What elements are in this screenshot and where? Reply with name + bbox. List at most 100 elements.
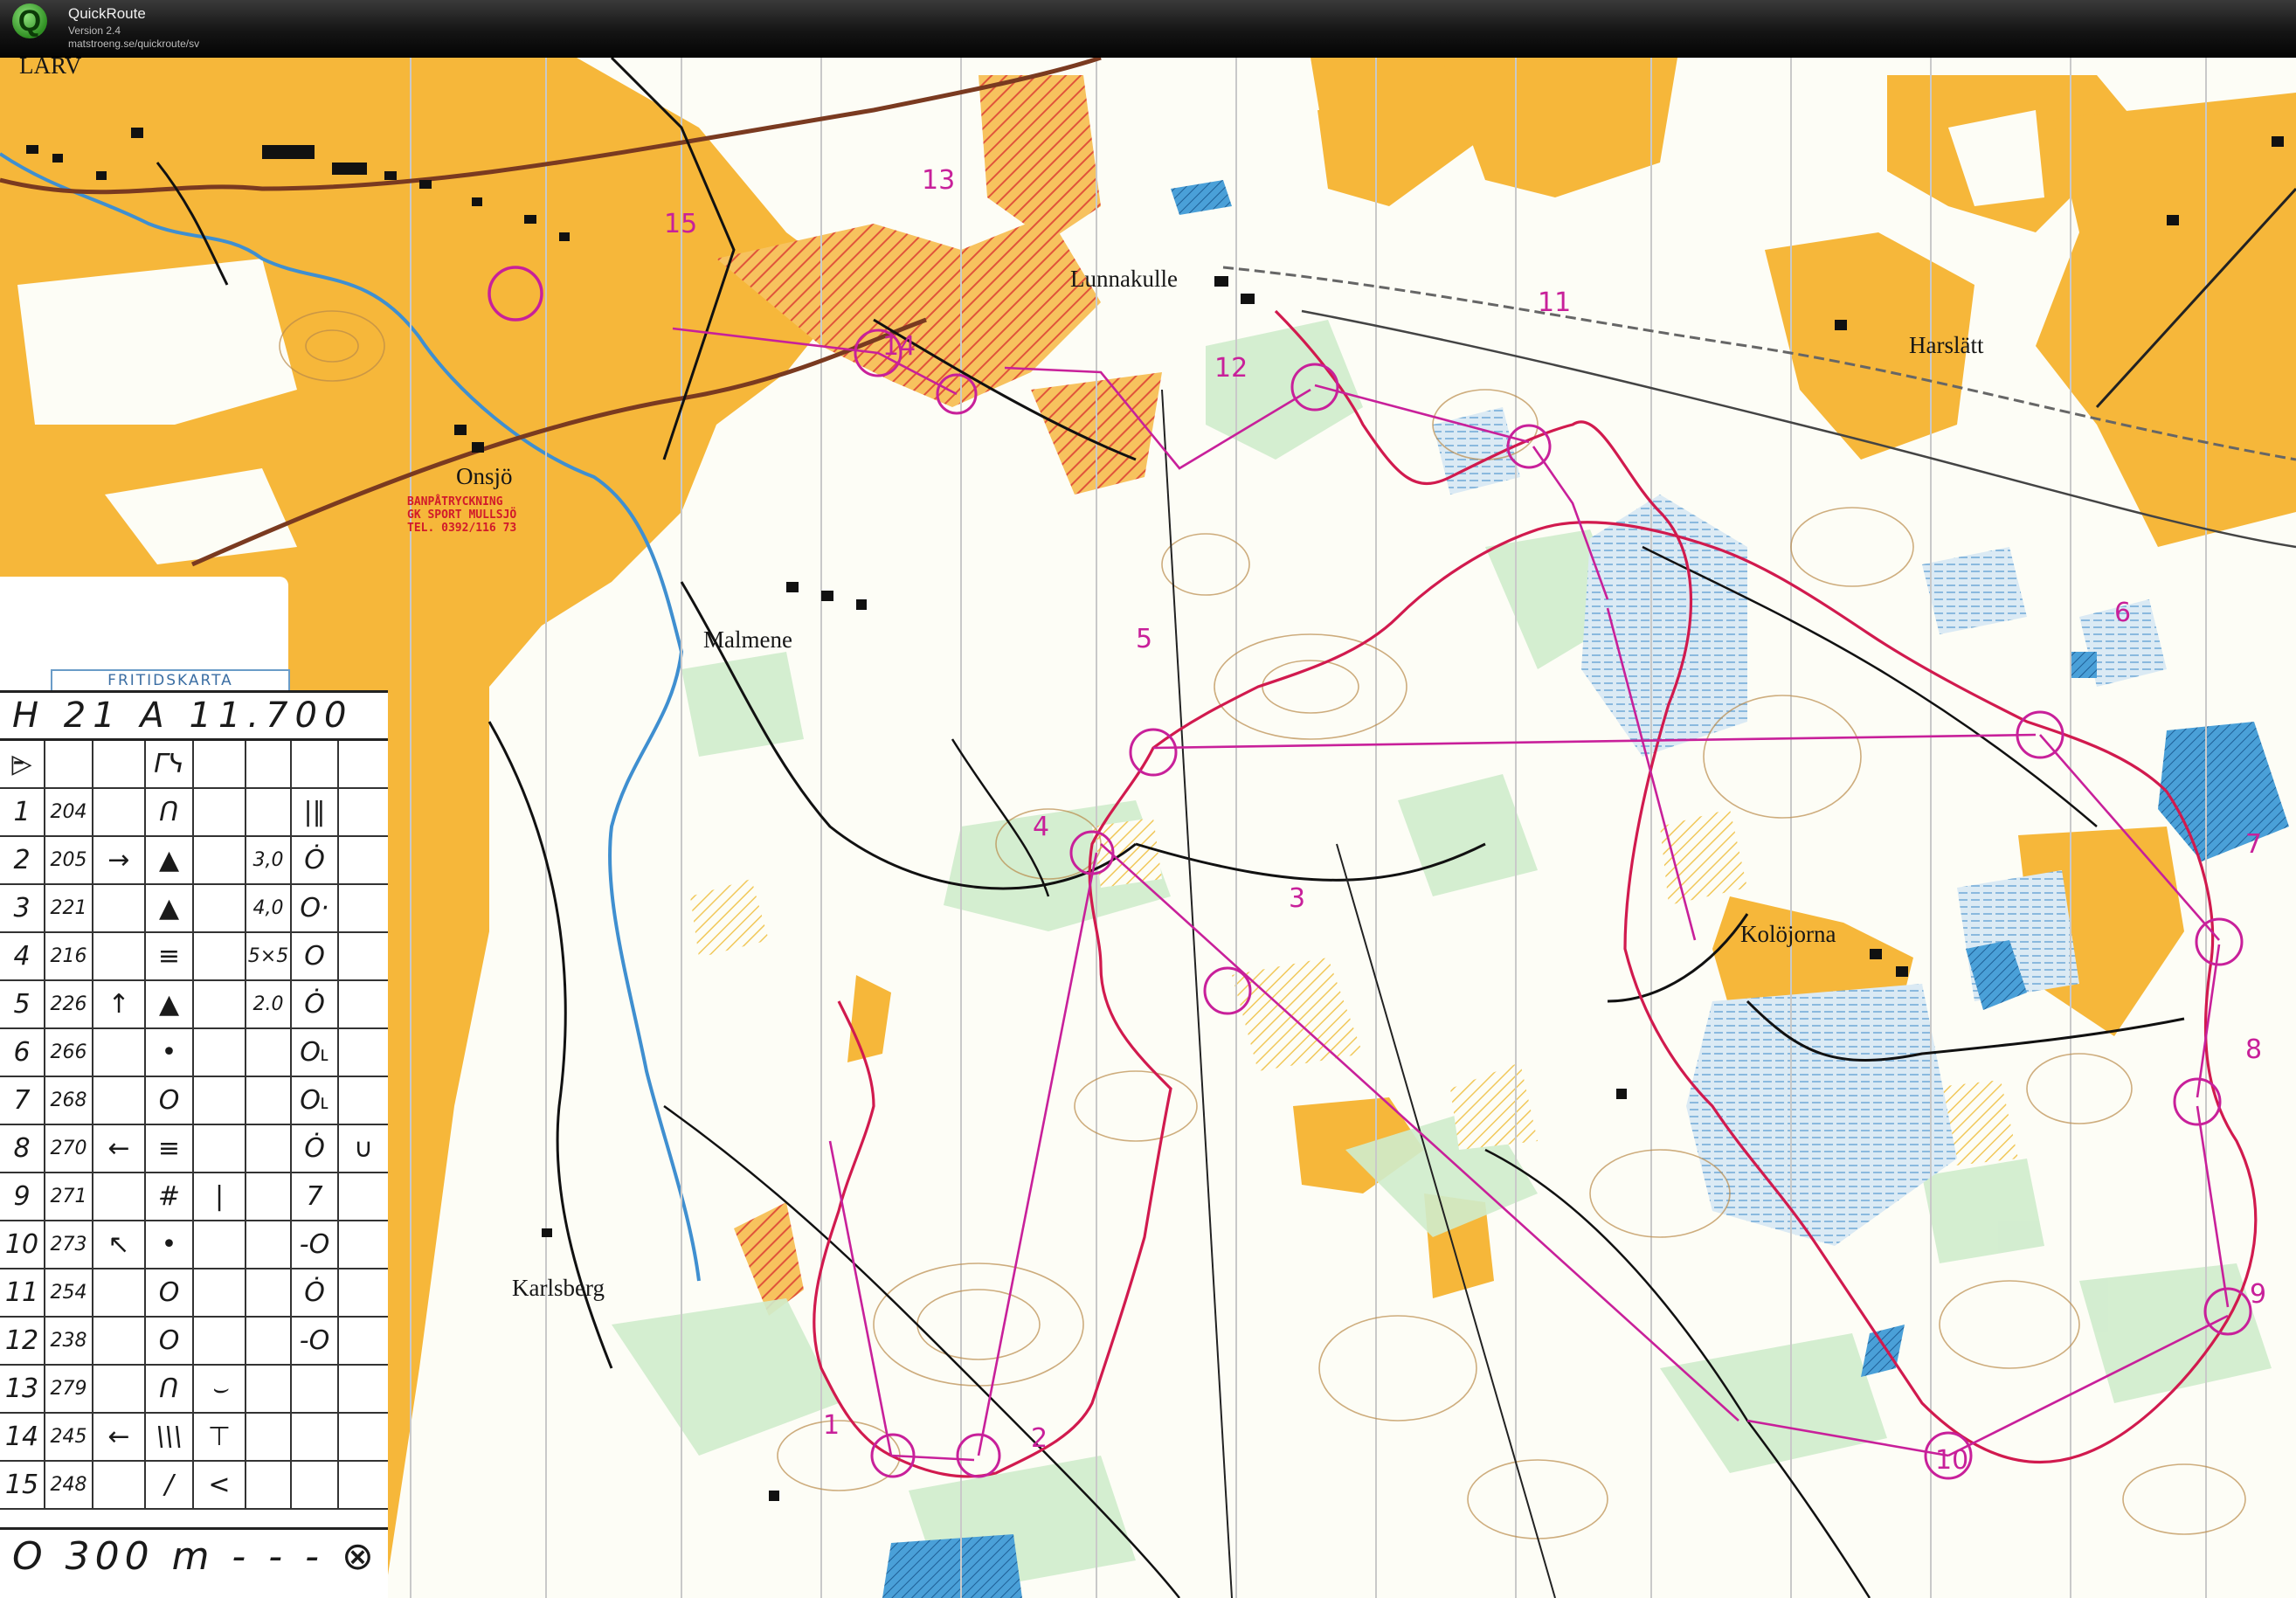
control-cell-n: 15 — [0, 1462, 45, 1508]
place-label-kolojorna: Kolöjorna — [1740, 921, 1836, 947]
place-label-larv: LARV — [19, 58, 82, 79]
control-number-6: 6 — [2114, 598, 2131, 628]
control-cell-n: 4 — [0, 933, 45, 979]
control-cell-code: 254 — [45, 1269, 93, 1316]
control-cell-code — [45, 741, 93, 787]
control-cell-c7 — [339, 1173, 388, 1220]
control-number-2: 2 — [1031, 1423, 1048, 1454]
control-cell-c7 — [339, 741, 388, 787]
control-cell-n: 5 — [0, 981, 45, 1027]
control-cell-c5: 3,0 — [246, 837, 292, 883]
control-number-7: 7 — [2245, 829, 2262, 860]
control-cell-c4: < — [194, 1462, 246, 1508]
control-number-13: 13 — [922, 165, 955, 196]
app-url: matstroeng.se/quickroute/sv — [68, 38, 200, 50]
control-number-12: 12 — [1214, 353, 1248, 384]
control-row: 12 238 O -O — [0, 1318, 388, 1366]
control-cell-c2 — [93, 1173, 146, 1220]
control-cell-c5 — [246, 1029, 292, 1076]
control-row: 4 216 ≡ 5×5 O — [0, 933, 388, 981]
control-cell-c5 — [246, 1125, 292, 1172]
control-cell-c7 — [339, 1462, 388, 1508]
place-label-karlsberg: Karlsberg — [512, 1275, 605, 1301]
control-row: 13 279 ᑎ ⌣ — [0, 1366, 388, 1414]
control-cell-c6: -O — [292, 1221, 339, 1268]
control-cell-c5 — [246, 789, 292, 835]
control-cell-c2 — [93, 789, 146, 835]
control-cell-code: 279 — [45, 1366, 93, 1412]
control-row: 3 221 ▲ 4,0 O· — [0, 885, 388, 933]
control-cell-c3: ᒥᓭ — [146, 741, 194, 787]
control-cell-c6: 7 — [292, 1173, 339, 1220]
control-cell-c7: ∪ — [354, 1133, 373, 1164]
control-cell-n: 2 — [0, 837, 45, 883]
control-cell-c5 — [246, 1173, 292, 1220]
place-label-lunnakulle: Lunnakulle — [1070, 266, 1178, 292]
control-row: 1 204 ᑎ |‖ — [0, 789, 388, 837]
control-row: 8 270 ← ≡ Ȯ ∪ — [0, 1125, 388, 1173]
control-row: 6 266 • O˪ — [0, 1029, 388, 1077]
control-cell-code: 226 — [45, 981, 93, 1027]
control-cell-c2 — [93, 933, 146, 979]
control-cell-c7 — [339, 1221, 388, 1268]
control-cell-c6: Ȯ — [292, 837, 339, 883]
control-row: 9 271 # | 7 — [0, 1173, 388, 1221]
control-cell-code: 271 — [45, 1173, 93, 1220]
control-rows: ▷ ᒥᓭ 1 204 ᑎ |‖ 2 205 → ▲ 3,0 Ȯ 3 221 ▲ 4,0 O· 4 216 ≡ 5×5 O 5… — [0, 741, 388, 1510]
place-label-harslatt: Harslätt — [1909, 332, 1984, 358]
control-number-8: 8 — [2245, 1034, 2262, 1065]
control-cell-c3: ▲ — [146, 885, 194, 931]
control-cell-n: 10 — [0, 1221, 45, 1268]
control-cell-c5 — [246, 1462, 292, 1508]
control-cell-c2 — [93, 1318, 146, 1364]
control-cell-code: 238 — [45, 1318, 93, 1364]
control-cell-c2 — [93, 1366, 146, 1412]
control-cell-c3: \\\ — [146, 1414, 194, 1460]
control-cell-c6: |‖ — [292, 789, 339, 835]
control-cell-c2 — [93, 1269, 146, 1316]
course-header: H 21 A 11.700 - — [0, 690, 388, 781]
control-cell-code: 221 — [45, 885, 93, 931]
control-cell-c6: -O — [292, 1318, 339, 1364]
control-cell-c4 — [194, 1029, 246, 1076]
app-title: QuickRoute — [68, 5, 146, 22]
control-row: 5 226 ↑ ▲ 2.0 Ȯ — [0, 981, 388, 1029]
control-cell-c4 — [194, 933, 246, 979]
control-cell-c4 — [194, 1125, 246, 1172]
control-cell-c3: ≡ — [146, 933, 194, 979]
control-cell-c7 — [339, 885, 388, 931]
control-cell-n: 6 — [0, 1029, 45, 1076]
control-cell-c4: | — [194, 1173, 246, 1220]
control-number-9: 9 — [2250, 1279, 2266, 1310]
control-cell-c6: O· — [292, 885, 339, 931]
print-stamp-line-3: TEL. 0392/116 73 — [407, 522, 516, 535]
control-cell-c5 — [246, 1221, 292, 1268]
control-row: 2 205 → ▲ 3,0 Ȯ — [0, 837, 388, 885]
control-cell-c3: O — [146, 1269, 194, 1316]
control-cell-c3: / — [146, 1462, 194, 1508]
control-row: ▷ ᒥᓭ — [0, 741, 388, 789]
control-cell-c5: 4,0 — [246, 885, 292, 931]
control-cell-code: 245 — [45, 1414, 93, 1460]
control-cell-c4 — [194, 1318, 246, 1364]
control-cell-c3: ▲ — [146, 981, 194, 1027]
control-cell-c7 — [339, 1269, 388, 1316]
control-cell-c5: 2.0 — [246, 981, 292, 1027]
control-cell-c2 — [93, 741, 146, 787]
control-cell-c3: ▲ — [146, 837, 194, 883]
control-cell-c6: O˪ — [292, 1029, 339, 1076]
control-cell-c7 — [339, 837, 388, 883]
control-cell-c2 — [93, 1462, 146, 1508]
control-cell-c5 — [246, 741, 292, 787]
control-cell-c3: O — [146, 1318, 194, 1364]
control-cell-c7 — [339, 1366, 388, 1412]
control-number-11: 11 — [1538, 287, 1571, 318]
control-cell-n: 7 — [0, 1077, 45, 1124]
control-cell-c4 — [194, 1221, 246, 1268]
control-cell-n: 13 — [0, 1366, 45, 1412]
control-cell-c3: # — [146, 1173, 194, 1220]
title-bar: Q QuickRoute Version 2.4 matstroeng.se/q… — [0, 0, 2296, 58]
control-cell-c4 — [194, 1269, 246, 1316]
control-cell-c6 — [292, 1414, 339, 1460]
control-cell-c2 — [93, 885, 146, 931]
